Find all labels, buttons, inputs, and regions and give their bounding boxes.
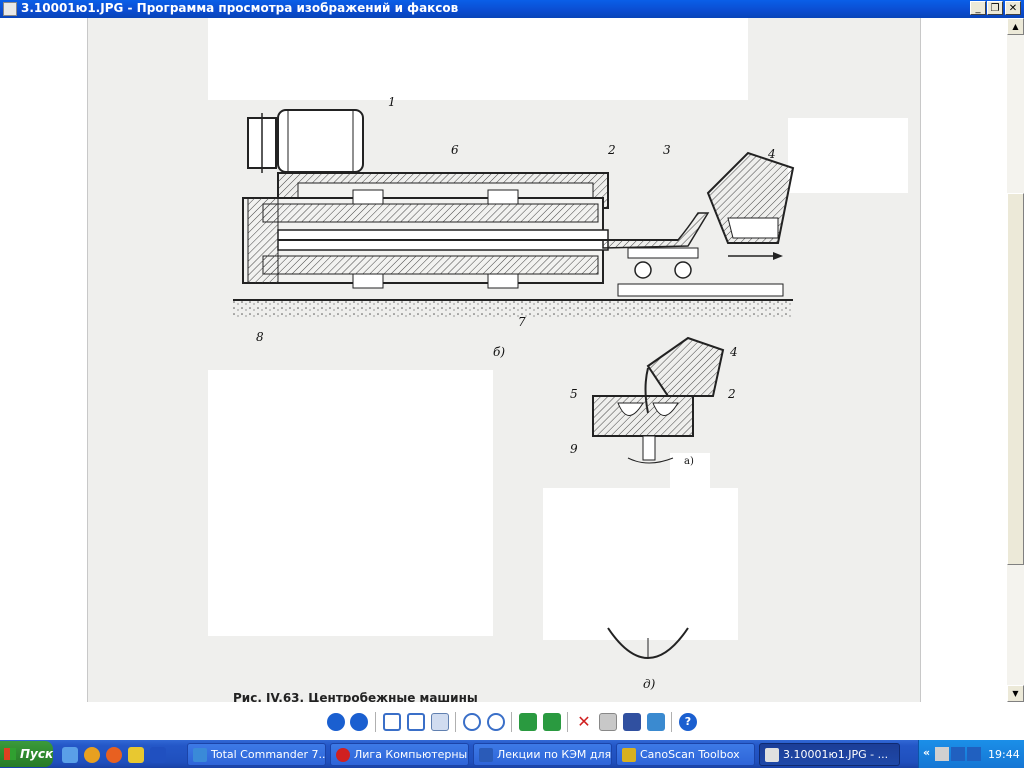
rotate-clockwise-icon[interactable] [519, 713, 537, 731]
fig-label-8: 8 [256, 330, 264, 344]
fig-label-6: 6 [451, 143, 459, 157]
close-button[interactable]: ✕ [1005, 1, 1021, 15]
app-icon[interactable] [3, 2, 17, 16]
rotate-counterclockwise-icon[interactable] [543, 713, 561, 731]
task-canoscan[interactable]: CanoScan Toolbox [616, 743, 755, 766]
fig-label-4: 4 [767, 147, 776, 161]
tray-expand-chevron[interactable]: « [923, 746, 930, 759]
total-commander-icon [193, 748, 207, 762]
scroll-up-button[interactable]: ▲ [1007, 18, 1024, 35]
delete-icon[interactable]: ✕ [575, 713, 593, 731]
best-fit-icon[interactable] [383, 713, 401, 731]
opera-icon [336, 748, 350, 762]
fig-label-d: д) [643, 677, 656, 691]
fig-label-7: 7 [518, 315, 526, 329]
canoscan-icon [622, 748, 636, 762]
clock[interactable]: 19:44 [988, 748, 1020, 761]
quicklaunch-show-desktop-icon[interactable] [62, 747, 78, 763]
fig-label-3: 3 [663, 143, 671, 157]
fig-label-9: 9 [570, 442, 578, 456]
print-icon[interactable] [599, 713, 617, 731]
task-total-commander[interactable]: Total Commander 7.... [187, 743, 326, 766]
task-label: Лекции по КЭМ для... [497, 748, 612, 761]
task-image-viewer[interactable]: 3.10001ю1.JPG - ... [759, 743, 900, 766]
vertical-scrollbar[interactable]: ▲ ▼ [1007, 18, 1024, 702]
slideshow-icon[interactable] [431, 713, 449, 731]
actual-size-icon[interactable] [407, 713, 425, 731]
image-viewport: 1 6 2 3 4 8 7 б) 4 5 2 9 а) д) Рис. IV.6… [0, 18, 1024, 702]
minimize-button[interactable]: _ [970, 1, 986, 15]
viewer-toolbar: ✕ ? [0, 702, 1024, 740]
fig-label-a: а) [684, 456, 694, 467]
task-label: 3.10001ю1.JPG - ... [783, 748, 889, 761]
task-label: Лига Компьютерны... [354, 748, 469, 761]
toolbar-separator [511, 712, 512, 732]
usb-icon[interactable] [935, 747, 949, 761]
fig-label-2: 2 [607, 143, 616, 157]
toolbar-separator [567, 712, 568, 732]
task-opera[interactable]: Лига Компьютерны... [330, 743, 469, 766]
zoom-out-icon[interactable] [487, 713, 505, 731]
network-icon[interactable] [951, 747, 965, 761]
windows-flag-icon [4, 748, 16, 760]
save-icon[interactable] [623, 713, 641, 731]
scroll-down-button[interactable]: ▼ [1007, 685, 1024, 702]
help-icon[interactable]: ? [679, 713, 697, 731]
figure-caption: Рис. IV.63. Центробежные машины [233, 691, 478, 702]
technical-drawing: 1 6 2 3 4 8 7 б) 4 5 2 9 а) д) Рис. IV.6… [88, 18, 920, 702]
taskbar: Пуск Total Commander 7.... Лига Компьюте… [0, 740, 1024, 768]
start-label: Пуск [20, 747, 54, 761]
toolbar-separator [375, 712, 376, 732]
network-icon-2[interactable] [967, 747, 981, 761]
prev-image-icon[interactable] [327, 713, 345, 731]
start-button[interactable]: Пуск [0, 741, 53, 767]
fig-label-2b: 2 [727, 387, 736, 401]
word-icon [479, 748, 493, 762]
quicklaunch-firefox-icon[interactable] [84, 747, 100, 763]
quicklaunch-app-icon[interactable] [106, 747, 122, 763]
toolbar-separator [671, 712, 672, 732]
scanned-document: 1 6 2 3 4 8 7 б) 4 5 2 9 а) д) Рис. IV.6… [87, 18, 921, 702]
title-bar: 3.10001ю1.JPG - Программа просмотра изоб… [0, 0, 1024, 18]
task-label: Total Commander 7.... [211, 748, 326, 761]
fig-label-4b: 4 [729, 345, 738, 359]
quicklaunch-canoscan-icon[interactable] [128, 747, 144, 763]
task-word[interactable]: Лекции по КЭМ для... [473, 743, 612, 766]
scroll-thumb[interactable] [1007, 193, 1024, 565]
fig-label-1: 1 [388, 95, 396, 109]
next-image-icon[interactable] [350, 713, 368, 731]
window-title: 3.10001ю1.JPG - Программа просмотра изоб… [21, 1, 459, 15]
fig-label-b: б) [493, 345, 505, 359]
image-viewer-icon [765, 748, 779, 762]
maximize-button[interactable]: ❐ [987, 1, 1003, 15]
fig-label-5: 5 [570, 387, 578, 401]
zoom-in-icon[interactable] [463, 713, 481, 731]
edit-icon[interactable] [647, 713, 665, 731]
task-label: CanoScan Toolbox [640, 748, 740, 761]
toolbar-separator [455, 712, 456, 732]
quicklaunch-save-icon[interactable] [150, 747, 166, 763]
